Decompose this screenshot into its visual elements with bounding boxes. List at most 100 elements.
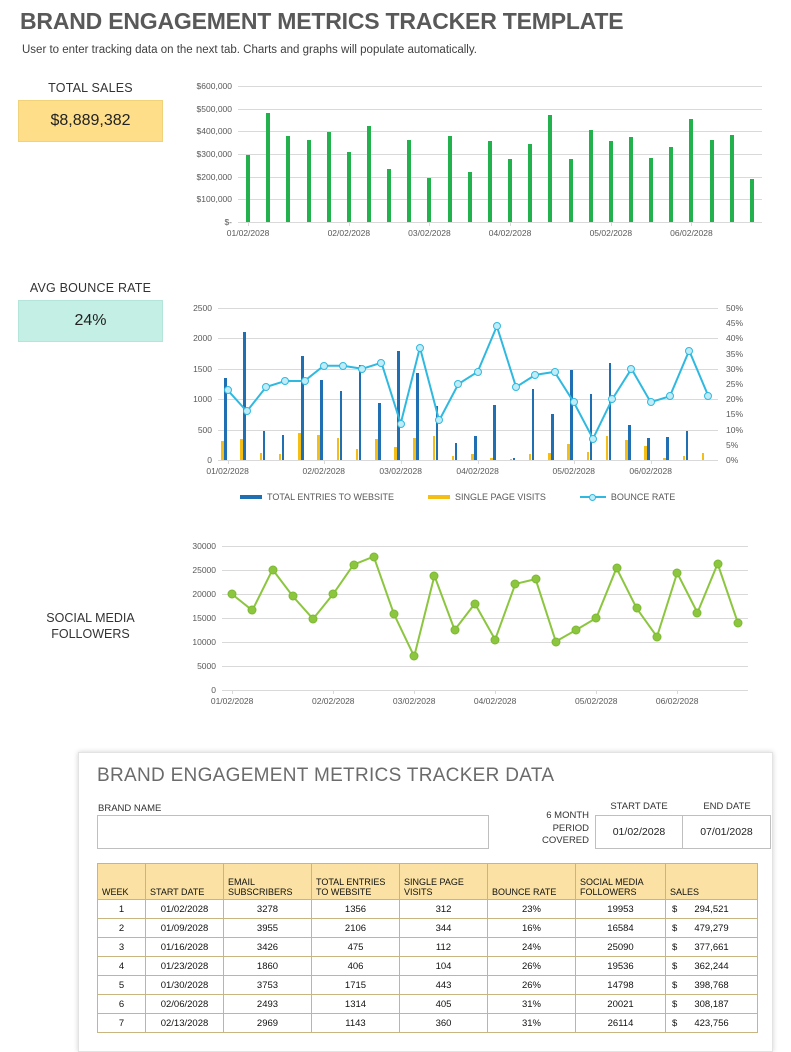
legend-label-single-page-visits: SINGLE PAGE VISITS [455,492,546,502]
cell-sales: $479,279 [665,918,758,938]
followers-line [231,555,739,660]
gridline [218,338,718,340]
y2-axis-tick-label: 45% [726,318,744,329]
cell-social-followers: 20021 [575,994,666,1014]
bounce-rate-point [223,386,232,395]
cell-email-subscribers: 3955 [223,918,312,938]
sales-bar [467,171,472,222]
start-date-value[interactable]: 01/02/2028 [595,815,683,849]
cell-email-subscribers: 2969 [223,1013,312,1033]
y2-axis-tick-label: 40% [726,333,744,344]
sales-bar [508,159,513,222]
x-axis-tickmark [232,690,234,694]
cell-sales: $362,244 [665,956,758,976]
gridline [222,642,748,643]
sales-bar [689,119,694,222]
table-row[interactable]: 1 01/02/2028 3278 1356 312 23% 19953 $294,521 [97,899,758,919]
bounce-rate-point [627,364,636,373]
cell-single-page-visits: 344 [399,918,488,938]
page-subtitle: User to enter tracking data on the next … [22,44,477,56]
table-body: 1 01/02/2028 3278 1356 312 23% 19953 $294,521 2 0… [97,899,758,1033]
bounce-rate-point [319,361,328,370]
cell-email-subscribers: 3278 [223,899,312,919]
sales-bar [447,136,452,222]
x-axis-tickmark [495,690,497,694]
gridline [238,108,762,110]
end-date-value[interactable]: 07/01/2028 [683,815,771,849]
x-axis-tickmark [400,460,402,464]
cell-email-subscribers: 2493 [223,994,312,1014]
brand-name-input[interactable] [97,815,489,849]
cell-start-date: 01/02/2028 [145,899,224,919]
total-entries-bar [301,355,304,460]
avg-bounce-rate-label: AVG BOUNCE RATE [29,281,152,295]
cell-social-followers: 19953 [575,899,666,919]
cell-week: 2 [97,918,146,938]
cell-bounce-rate: 23% [487,899,576,919]
table-row[interactable]: 2 01/09/2028 3955 2106 344 16% 16584 $479,279 [97,918,758,938]
cell-total-entries: 1314 [311,994,400,1014]
single-page-visits-bar [278,453,282,460]
cell-single-page-visits: 360 [399,1013,488,1033]
followers-point [308,614,318,624]
total-entries-bar [551,413,554,460]
followers-point [571,625,581,635]
table-row[interactable]: 7 02/13/2028 2969 1143 360 31% 26114 $423,756 [97,1013,758,1033]
followers-point [591,613,601,623]
total-entries-bar [627,425,631,460]
sales-bar [749,179,754,222]
followers-point [632,603,642,613]
followers-point [531,574,541,584]
total-entries-bar [339,390,343,460]
cell-social-followers: 16584 [575,918,666,938]
sales-bar [427,178,432,222]
x-axis-tickmark [248,222,250,226]
y-axis-tick-label: 30000 [192,541,216,551]
single-page-visits-bar [298,433,301,460]
single-page-visits-bar [413,438,417,460]
single-page-visits-bar [259,453,263,460]
single-page-visits-bar [548,452,551,460]
cell-week: 1 [97,899,146,919]
sales-bar [306,139,311,222]
table-row[interactable]: 4 01/23/2028 1860 406 104 26% 19536 $362,244 [97,956,758,976]
cell-social-followers: 19536 [575,956,666,976]
table-row[interactable]: 6 02/06/2028 2493 1314 405 31% 20021 $308,187 [97,994,758,1014]
cell-bounce-rate: 26% [487,956,576,976]
x-axis-tick-label: 03/02/2028 [408,228,451,238]
sales-bar [709,140,714,222]
bounce-rate-point [242,407,251,416]
cell-total-entries: 1356 [311,899,400,919]
x-axis-tick-label: 02/02/2028 [327,228,371,238]
x-axis-tickmark [429,222,431,226]
sales-bar [367,125,371,222]
x-axis-tickmark [510,222,512,226]
total-entries-bar [262,431,266,460]
y-axis-tick-label: $100,000 [196,194,232,205]
x-axis-tickmark [323,460,325,464]
data-card-title: BRAND ENGAGEMENT METRICS TRACKER DATA [97,765,555,786]
cell-total-entries: 475 [311,937,400,957]
column-header-single-page-visits: SINGLE PAGE VISITS [399,863,488,900]
table-row[interactable]: 3 01/16/2028 3426 475 112 24% 25090 $377,661 [97,937,758,957]
followers-point [612,563,621,573]
bounce-rate-point [685,346,694,355]
x-axis-tick-label: 04/02/2028 [456,466,499,476]
total-entries-bar [397,351,400,460]
followers-point [510,579,520,589]
single-page-visits-bar [394,446,397,460]
single-page-visits-bar [663,457,667,460]
cell-social-followers: 26114 [575,1013,666,1033]
table-row[interactable]: 5 01/30/2028 3753 1715 443 26% 14798 $398,768 [97,975,758,995]
sales-bar [649,158,654,222]
total-entries-bar [685,430,689,460]
column-header-week: WEEK [97,863,146,900]
gridline [218,399,718,401]
bounce-rate-point [300,376,309,385]
x-axis-tick-label: 06/02/2028 [670,228,713,238]
cell-start-date: 01/16/2028 [145,937,224,957]
sales-bar [326,131,331,222]
cell-email-subscribers: 1860 [223,956,312,976]
start-date-label: START DATE [610,801,668,812]
bounce-rate-point [704,392,713,401]
